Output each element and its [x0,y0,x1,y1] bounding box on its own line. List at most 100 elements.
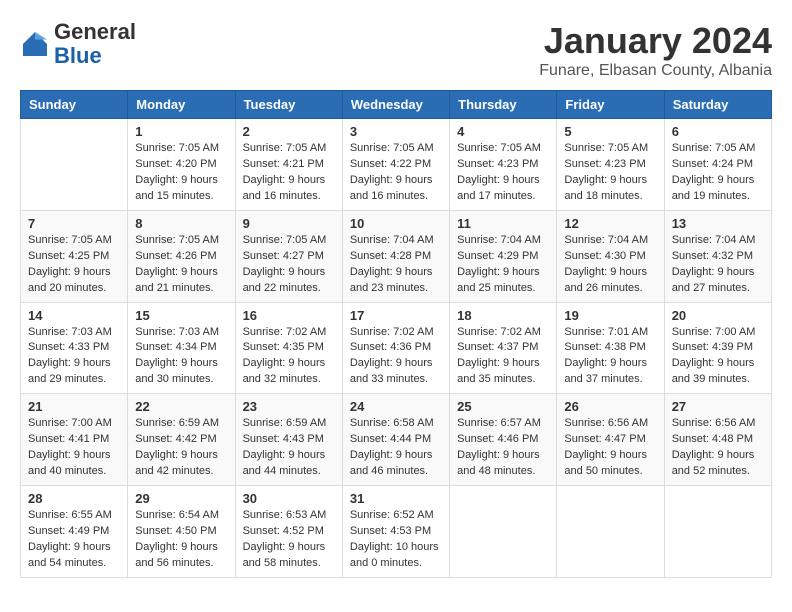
day-info: Sunrise: 7:05 AM Sunset: 4:26 PM Dayligh… [135,233,227,297]
calendar-cell: 18 Sunrise: 7:02 AM Sunset: 4:37 PM Dayli… [450,302,557,394]
calendar-week-row: 28 Sunrise: 6:55 AM Sunset: 4:49 PM Dayli… [21,486,772,578]
day-number: 22 [135,399,227,414]
calendar-cell: 6 Sunrise: 7:05 AM Sunset: 4:24 PM Daylig… [664,119,771,211]
calendar-cell: 2 Sunrise: 7:05 AM Sunset: 4:21 PM Daylig… [235,119,342,211]
calendar-cell [664,486,771,578]
day-info: Sunrise: 6:59 AM Sunset: 4:42 PM Dayligh… [135,416,227,480]
day-info: Sunrise: 7:00 AM Sunset: 4:41 PM Dayligh… [28,416,120,480]
day-info: Sunrise: 7:05 AM Sunset: 4:27 PM Dayligh… [243,233,335,297]
calendar-cell: 3 Sunrise: 7:05 AM Sunset: 4:22 PM Daylig… [342,119,449,211]
day-number: 15 [135,308,227,323]
day-number: 19 [564,308,656,323]
day-info: Sunrise: 7:05 AM Sunset: 4:24 PM Dayligh… [672,141,764,205]
day-info: Sunrise: 7:04 AM Sunset: 4:28 PM Dayligh… [350,233,442,297]
day-info: Sunrise: 7:05 AM Sunset: 4:23 PM Dayligh… [457,141,549,205]
calendar-cell: 11 Sunrise: 7:04 AM Sunset: 4:29 PM Dayli… [450,210,557,302]
day-number: 20 [672,308,764,323]
calendar-cell: 8Sunrise: 7:05 AM Sunset: 4:26 PM Daylig… [128,210,235,302]
calendar-cell [557,486,664,578]
day-info: Sunrise: 6:52 AM Sunset: 4:53 PM Dayligh… [350,508,442,572]
day-number: 31 [350,491,442,506]
day-info: Sunrise: 7:04 AM Sunset: 4:29 PM Dayligh… [457,233,549,297]
calendar-week-row: 7 Sunrise: 7:05 AM Sunset: 4:25 PM Daylig… [21,210,772,302]
day-number: 12 [564,216,656,231]
page-header: General Blue January 2024 Funare, Elbasa… [20,20,772,80]
logo-icon [20,29,50,59]
calendar-cell: 21 Sunrise: 7:00 AM Sunset: 4:41 PM Dayli… [21,394,128,486]
day-number: 26 [564,399,656,414]
day-number: 1 [135,124,227,139]
day-number: 5 [564,124,656,139]
calendar-cell: 13Sunrise: 7:04 AM Sunset: 4:32 PM Dayli… [664,210,771,302]
day-info: Sunrise: 6:58 AM Sunset: 4:44 PM Dayligh… [350,416,442,480]
calendar-cell: 20 Sunrise: 7:00 AM Sunset: 4:39 PM Dayli… [664,302,771,394]
calendar-cell: 17 Sunrise: 7:02 AM Sunset: 4:36 PM Dayli… [342,302,449,394]
day-number: 23 [243,399,335,414]
day-number: 2 [243,124,335,139]
day-info: Sunrise: 7:02 AM Sunset: 4:37 PM Dayligh… [457,325,549,389]
calendar-cell: 4 Sunrise: 7:05 AM Sunset: 4:23 PM Daylig… [450,119,557,211]
calendar-week-row: 1 Sunrise: 7:05 AM Sunset: 4:20 PM Daylig… [21,119,772,211]
location-title: Funare, Elbasan County, Albania [539,62,772,80]
calendar-cell: 5 Sunrise: 7:05 AM Sunset: 4:23 PM Daylig… [557,119,664,211]
day-number: 30 [243,491,335,506]
day-header-wednesday: Wednesday [342,91,449,119]
day-info: Sunrise: 7:03 AM Sunset: 4:34 PM Dayligh… [135,325,227,389]
day-number: 21 [28,399,120,414]
day-number: 18 [457,308,549,323]
day-info: Sunrise: 6:57 AM Sunset: 4:46 PM Dayligh… [457,416,549,480]
day-info: Sunrise: 7:01 AM Sunset: 4:38 PM Dayligh… [564,325,656,389]
calendar-cell: 10 Sunrise: 7:04 AM Sunset: 4:28 PM Dayli… [342,210,449,302]
day-info: Sunrise: 6:53 AM Sunset: 4:52 PM Dayligh… [243,508,335,572]
day-number: 6 [672,124,764,139]
calendar-cell: 12 Sunrise: 7:04 AM Sunset: 4:30 PM Dayli… [557,210,664,302]
calendar-header-row: SundayMondayTuesdayWednesdayThursdayFrid… [21,91,772,119]
day-header-sunday: Sunday [21,91,128,119]
day-number: 28 [28,491,120,506]
day-info: Sunrise: 7:05 AM Sunset: 4:20 PM Dayligh… [135,141,227,205]
logo-blue: Blue [54,43,102,68]
day-number: 29 [135,491,227,506]
day-info: Sunrise: 7:05 AM Sunset: 4:23 PM Dayligh… [564,141,656,205]
day-info: Sunrise: 7:03 AM Sunset: 4:33 PM Dayligh… [28,325,120,389]
calendar-week-row: 21 Sunrise: 7:00 AM Sunset: 4:41 PM Dayli… [21,394,772,486]
calendar-cell: 31 Sunrise: 6:52 AM Sunset: 4:53 PM Dayli… [342,486,449,578]
day-header-monday: Monday [128,91,235,119]
calendar-cell: 16Sunrise: 7:02 AM Sunset: 4:35 PM Dayli… [235,302,342,394]
month-title: January 2024 [539,20,772,62]
day-info: Sunrise: 6:55 AM Sunset: 4:49 PM Dayligh… [28,508,120,572]
logo-text: General Blue [54,20,136,68]
day-number: 13 [672,216,764,231]
day-number: 17 [350,308,442,323]
day-number: 7 [28,216,120,231]
day-header-saturday: Saturday [664,91,771,119]
day-number: 24 [350,399,442,414]
day-info: Sunrise: 7:04 AM Sunset: 4:30 PM Dayligh… [564,233,656,297]
calendar-cell: 26Sunrise: 6:56 AM Sunset: 4:47 PM Dayli… [557,394,664,486]
calendar-cell: 27Sunrise: 6:56 AM Sunset: 4:48 PM Dayli… [664,394,771,486]
day-number: 14 [28,308,120,323]
day-number: 9 [243,216,335,231]
day-info: Sunrise: 6:56 AM Sunset: 4:48 PM Dayligh… [672,416,764,480]
calendar-cell [450,486,557,578]
day-info: Sunrise: 6:54 AM Sunset: 4:50 PM Dayligh… [135,508,227,572]
day-info: Sunrise: 7:00 AM Sunset: 4:39 PM Dayligh… [672,325,764,389]
day-number: 3 [350,124,442,139]
day-number: 4 [457,124,549,139]
day-number: 10 [350,216,442,231]
calendar-cell: 9 Sunrise: 7:05 AM Sunset: 4:27 PM Daylig… [235,210,342,302]
day-info: Sunrise: 7:05 AM Sunset: 4:22 PM Dayligh… [350,141,442,205]
day-info: Sunrise: 7:05 AM Sunset: 4:21 PM Dayligh… [243,141,335,205]
day-info: Sunrise: 7:05 AM Sunset: 4:25 PM Dayligh… [28,233,120,297]
logo: General Blue [20,20,136,68]
day-number: 25 [457,399,549,414]
calendar-cell [21,119,128,211]
day-header-thursday: Thursday [450,91,557,119]
day-number: 11 [457,216,549,231]
calendar-table: SundayMondayTuesdayWednesdayThursdayFrid… [20,90,772,578]
title-area: January 2024 Funare, Elbasan County, Alb… [539,20,772,80]
calendar-cell: 14 Sunrise: 7:03 AM Sunset: 4:33 PM Dayli… [21,302,128,394]
calendar-cell: 23Sunrise: 6:59 AM Sunset: 4:43 PM Dayli… [235,394,342,486]
day-info: Sunrise: 7:02 AM Sunset: 4:36 PM Dayligh… [350,325,442,389]
calendar-cell: 1 Sunrise: 7:05 AM Sunset: 4:20 PM Daylig… [128,119,235,211]
